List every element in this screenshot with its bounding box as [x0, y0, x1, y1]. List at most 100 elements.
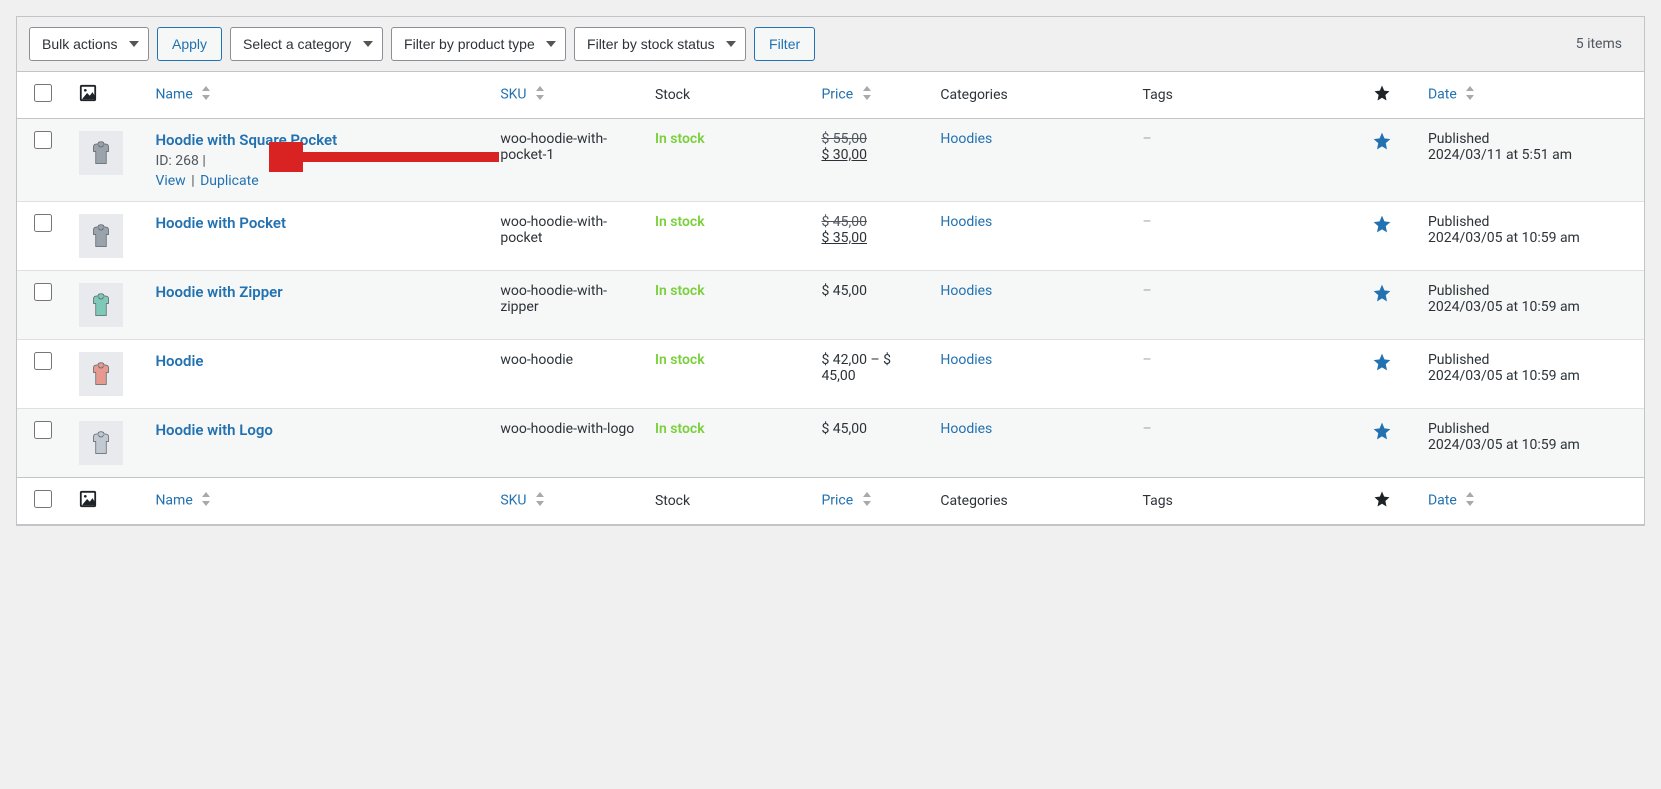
- price-cell: $ 45,00: [811, 409, 930, 478]
- tags-cell: –: [1143, 131, 1152, 147]
- table-row: Hoodie woo-hoodie In stock $ 42,00 – $ 45,0…: [17, 340, 1644, 409]
- column-categories: Categories: [930, 72, 1132, 119]
- sort-icon: [534, 492, 546, 510]
- row-checkbox[interactable]: [34, 352, 52, 370]
- product-name-link[interactable]: Hoodie with Logo: [155, 421, 272, 439]
- date-cell: Published2024/03/05 at 10:59 am: [1418, 340, 1644, 409]
- sort-icon: [861, 86, 873, 104]
- product-id: ID: 268 |: [155, 153, 480, 169]
- sort-icon: [200, 492, 212, 510]
- table-row: Hoodie with Pocket woo-hoodie-with-pocket…: [17, 202, 1644, 271]
- sort-icon: [1464, 86, 1476, 104]
- column-date-footer[interactable]: Date: [1418, 478, 1644, 525]
- product-thumbnail[interactable]: [79, 421, 123, 465]
- column-featured: [1347, 72, 1418, 119]
- category-link[interactable]: Hoodies: [940, 214, 992, 230]
- column-stock-footer: Stock: [645, 478, 812, 525]
- column-date[interactable]: Date: [1418, 72, 1644, 119]
- filter-button[interactable]: Filter: [754, 27, 815, 61]
- featured-star-icon[interactable]: [1372, 222, 1392, 238]
- category-link[interactable]: Hoodies: [940, 131, 992, 147]
- column-price-footer[interactable]: Price: [811, 478, 930, 525]
- tags-cell: –: [1143, 421, 1152, 437]
- table-footer-row: Name SKU Stock Price Categories Tags: [17, 478, 1644, 525]
- product-name-link[interactable]: Hoodie with Pocket: [155, 214, 286, 232]
- featured-star-icon[interactable]: [1372, 360, 1392, 376]
- category-select[interactable]: Select a category: [230, 27, 383, 61]
- column-name[interactable]: Name: [145, 72, 490, 119]
- star-icon: [1373, 90, 1391, 106]
- product-name-link[interactable]: Hoodie with Zipper: [155, 283, 282, 301]
- row-actions: View | Duplicate: [155, 173, 480, 189]
- tags-cell: –: [1143, 214, 1152, 230]
- date-cell: Published2024/03/05 at 10:59 am: [1418, 202, 1644, 271]
- date-cell: Published2024/03/11 at 5:51 am: [1418, 119, 1644, 202]
- sort-icon: [534, 86, 546, 104]
- apply-button[interactable]: Apply: [157, 27, 222, 61]
- sku-cell: woo-hoodie: [490, 340, 645, 409]
- sku-cell: woo-hoodie-with-pocket-1: [490, 119, 645, 202]
- product-thumbnail[interactable]: [79, 214, 123, 258]
- price-cell: $ 45,00$ 35,00: [811, 202, 930, 271]
- date-cell: Published2024/03/05 at 10:59 am: [1418, 271, 1644, 340]
- column-tags: Tags: [1133, 72, 1347, 119]
- date-cell: Published2024/03/05 at 10:59 am: [1418, 409, 1644, 478]
- column-price[interactable]: Price: [811, 72, 930, 119]
- select-all-checkbox[interactable]: [34, 84, 52, 102]
- duplicate-link[interactable]: Duplicate: [200, 173, 259, 189]
- view-link[interactable]: View: [155, 173, 185, 189]
- row-checkbox[interactable]: [34, 131, 52, 149]
- sort-icon: [1464, 492, 1476, 510]
- table-row: Hoodie with Square Pocket ID: 268 | View …: [17, 119, 1644, 202]
- image-icon: [79, 90, 97, 106]
- product-thumbnail[interactable]: [79, 352, 123, 396]
- bulk-actions-select[interactable]: Bulk actions: [29, 27, 149, 61]
- column-categories-footer: Categories: [930, 478, 1132, 525]
- table-header-row: Name SKU Stock Price Categories Tags: [17, 72, 1644, 119]
- product-name-link[interactable]: Hoodie with Square Pocket: [155, 131, 337, 149]
- column-featured-footer: [1347, 478, 1418, 525]
- tags-cell: –: [1143, 283, 1152, 299]
- column-sku-footer[interactable]: SKU: [490, 478, 645, 525]
- table-row: Hoodie with Logo woo-hoodie-with-logo In s…: [17, 409, 1644, 478]
- tags-cell: –: [1143, 352, 1152, 368]
- product-type-select[interactable]: Filter by product type: [391, 27, 566, 61]
- price-cell: $ 55,00$ 30,00: [811, 119, 930, 202]
- sku-cell: woo-hoodie-with-logo: [490, 409, 645, 478]
- sku-cell: woo-hoodie-with-pocket: [490, 202, 645, 271]
- category-link[interactable]: Hoodies: [940, 283, 992, 299]
- select-all-checkbox-footer[interactable]: [34, 490, 52, 508]
- stock-status: In stock: [655, 214, 705, 230]
- product-name-link[interactable]: Hoodie: [155, 352, 203, 370]
- sort-icon: [200, 86, 212, 104]
- stock-status: In stock: [655, 131, 705, 147]
- product-thumbnail[interactable]: [79, 131, 123, 175]
- product-thumbnail[interactable]: [79, 283, 123, 327]
- column-stock: Stock: [645, 72, 812, 119]
- stock-status: In stock: [655, 421, 705, 437]
- price-cell: $ 45,00: [811, 271, 930, 340]
- toolbar: Bulk actions Apply Select a category Fil…: [17, 17, 1644, 71]
- stock-status: In stock: [655, 352, 705, 368]
- column-sku[interactable]: SKU: [490, 72, 645, 119]
- row-checkbox[interactable]: [34, 283, 52, 301]
- featured-star-icon[interactable]: [1372, 139, 1392, 155]
- items-count: 5 items: [1576, 36, 1632, 52]
- sku-cell: woo-hoodie-with-zipper: [490, 271, 645, 340]
- category-link[interactable]: Hoodies: [940, 352, 992, 368]
- products-table: Name SKU Stock Price Categories Tags: [17, 71, 1644, 525]
- table-row: Hoodie with Zipper woo-hoodie-with-zipper…: [17, 271, 1644, 340]
- row-checkbox[interactable]: [34, 214, 52, 232]
- sort-icon: [861, 492, 873, 510]
- featured-star-icon[interactable]: [1372, 291, 1392, 307]
- price-cell: $ 42,00 – $ 45,00: [811, 340, 930, 409]
- star-icon: [1373, 496, 1391, 512]
- column-name-footer[interactable]: Name: [145, 478, 490, 525]
- featured-star-icon[interactable]: [1372, 429, 1392, 445]
- column-tags-footer: Tags: [1133, 478, 1347, 525]
- category-link[interactable]: Hoodies: [940, 421, 992, 437]
- stock-status: In stock: [655, 283, 705, 299]
- image-icon: [79, 496, 97, 512]
- row-checkbox[interactable]: [34, 421, 52, 439]
- stock-status-select[interactable]: Filter by stock status: [574, 27, 746, 61]
